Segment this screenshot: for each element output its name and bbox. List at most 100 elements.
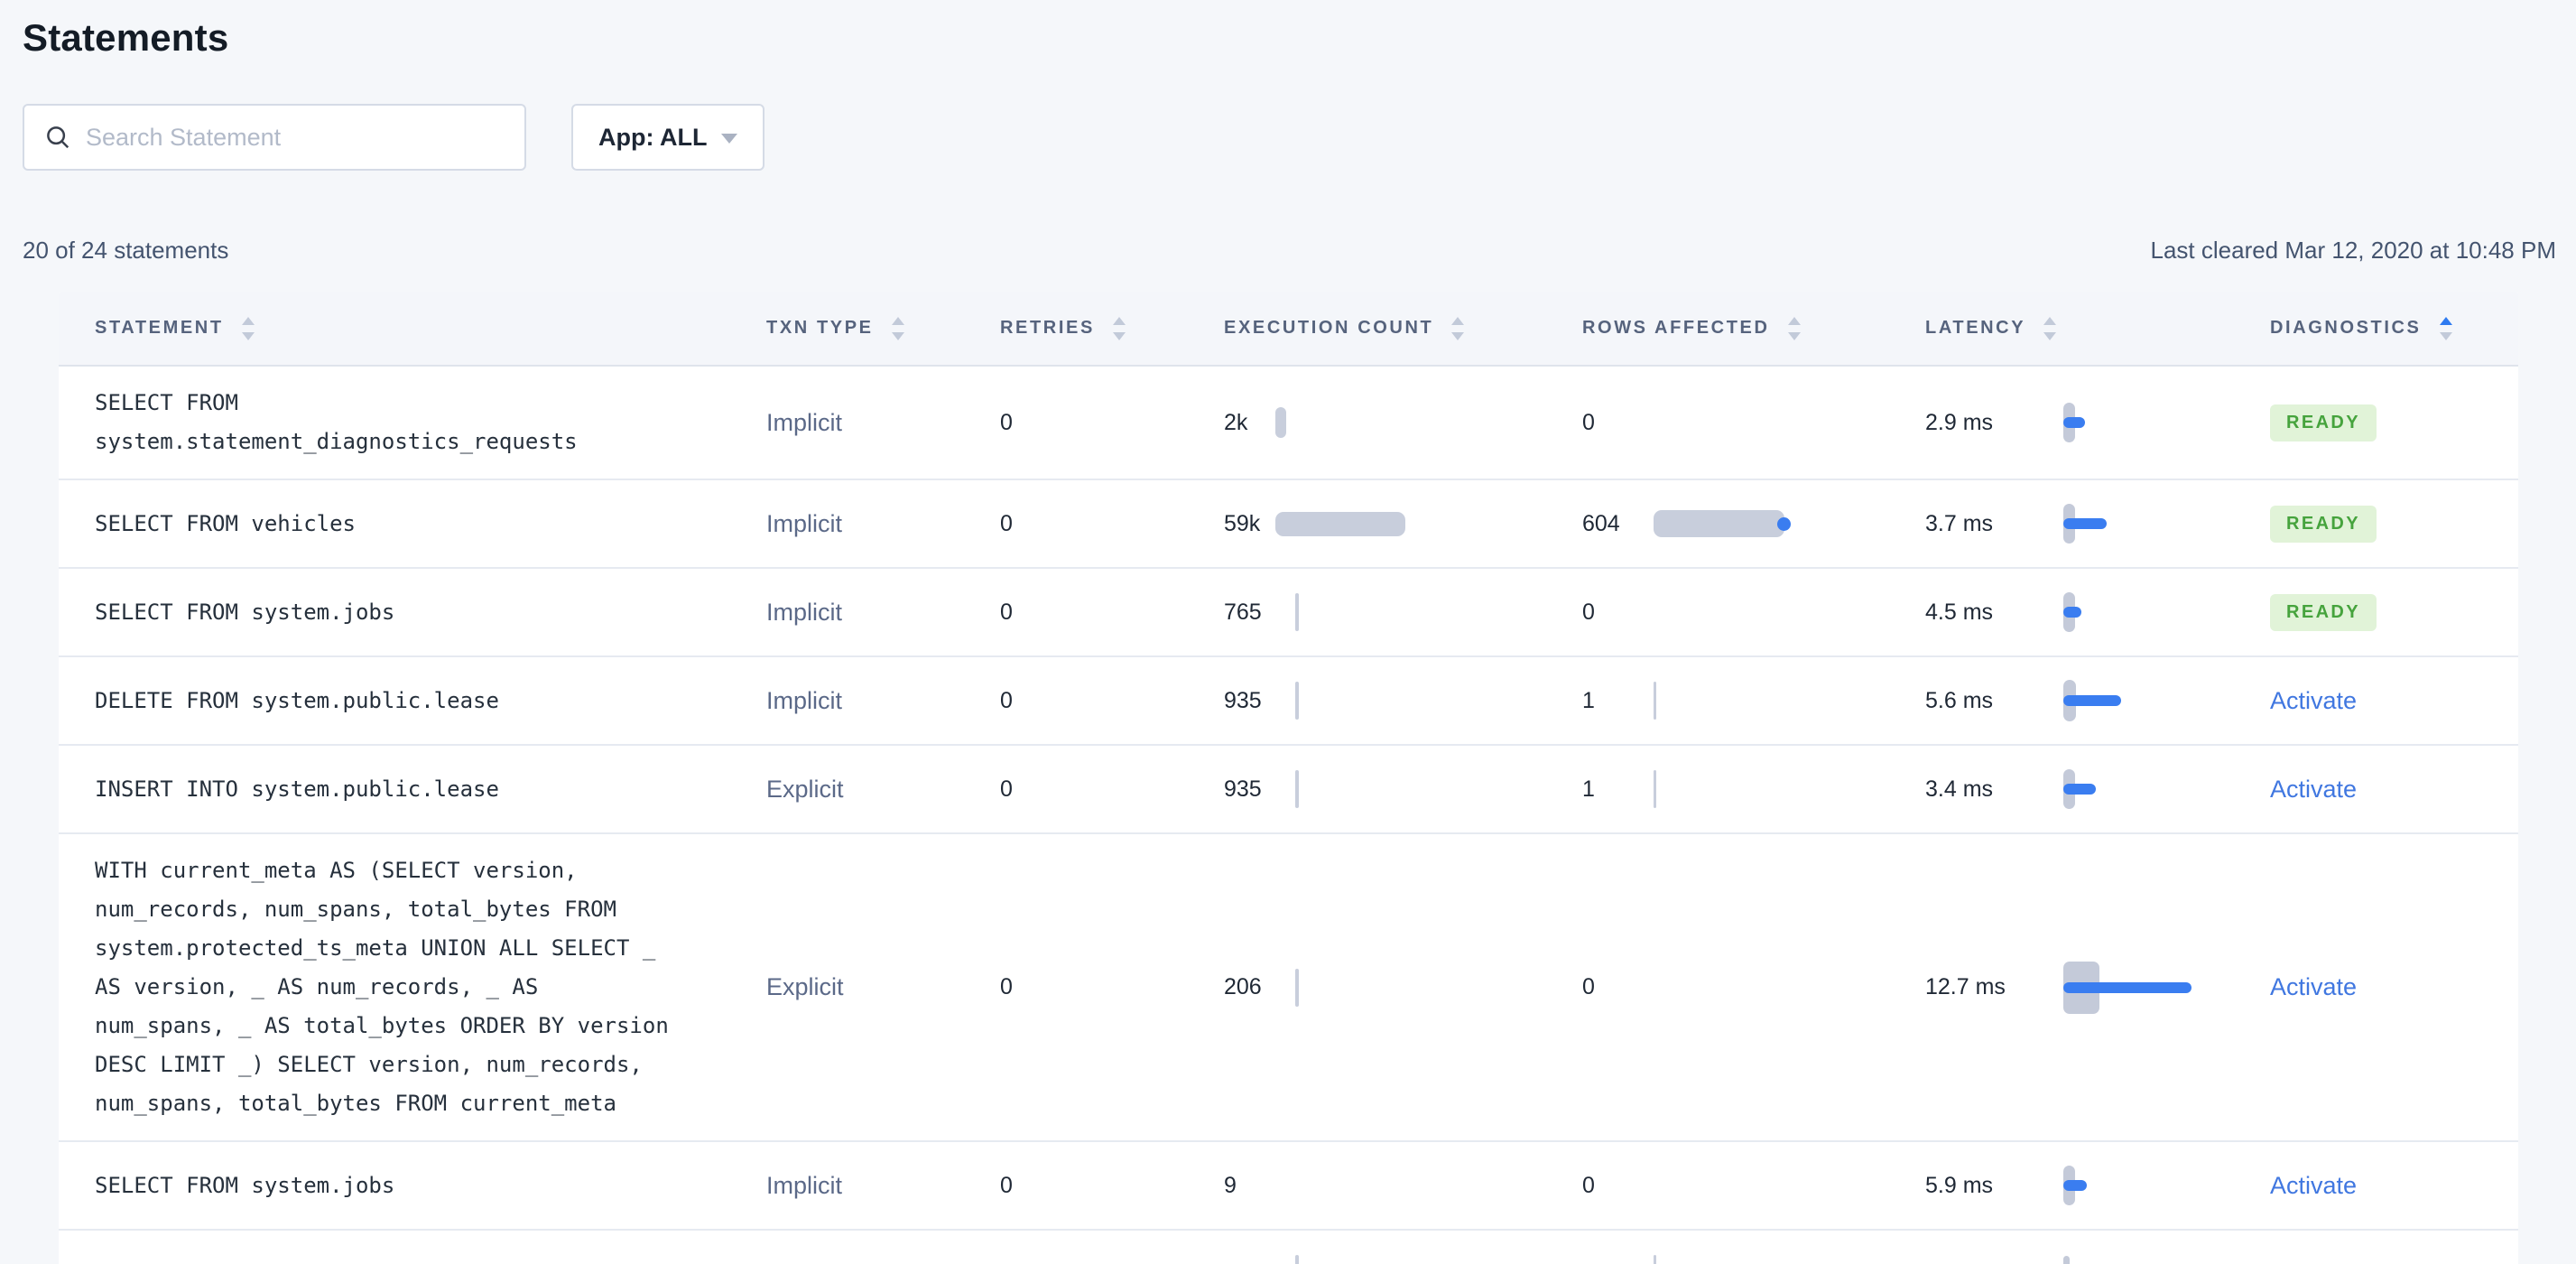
diagnostics-ready-badge: READY [2270,505,2377,543]
diagnostics-activate-link[interactable]: Activate [2270,1172,2357,1200]
latency-value: 4.5 ms [1925,599,1994,625]
txn-type-value: Explicit [766,775,844,803]
table-row: SELECT FROM vehicles Implicit 0 59k 604 … [59,479,2518,567]
execution-count-bar [1295,770,1299,808]
sort-icon[interactable] [2439,316,2452,340]
statements-table: Statement Txn Type Retries Execution Cou… [59,292,2518,1264]
filter-controls: App: ALL [23,104,2556,171]
execution-count-bar [1295,682,1299,720]
chevron-down-icon [721,134,738,144]
latency-mean-bar [2063,1180,2087,1191]
column-header-execution-count[interactable]: Execution Count [1224,316,1582,340]
latency-mean-bar [2063,784,2096,795]
txn-type-value: Explicit [766,973,844,1000]
column-header-diagnostics[interactable]: Diagnostics [2270,316,2518,340]
sort-icon[interactable] [2043,316,2057,340]
column-header-txn-type[interactable]: Txn Type [766,316,1000,340]
table-row: SELECT FROM system.jobs Implicit 0 9 0 5… [59,1140,2518,1229]
table-row: SELECT FROM system.jobs Implicit 0 765 0… [59,567,2518,655]
rows-affected-bar [1654,1255,1656,1264]
statement-text[interactable]: SELECT FROM vehicles [95,505,677,544]
execution-count-value: 935 [1224,687,1262,713]
diagnostics-ready-badge: READY [2270,593,2377,631]
latency-bar-chart [2063,497,2253,550]
diagnostics-ready-badge: READY [2270,404,2377,441]
retries-value: 0 [1000,1261,1013,1264]
sort-icon[interactable] [241,316,255,340]
latency-bar-chart [2063,674,2253,727]
latency-mean-bar [2063,607,2081,618]
statement-text[interactable]: SELECT FROM system.jobs [95,1166,677,1205]
statement-text[interactable]: INSERT INTO user_promo_codes [95,1255,677,1264]
retries-value: 0 [1000,1172,1013,1198]
txn-type-value: Implicit [766,686,843,714]
latency-bar-chart [2063,586,2253,638]
summary-row: 20 of 24 statements Last cleared Mar 12,… [23,237,2556,265]
latency-bar-chart [2063,396,2253,449]
column-header-rows-affected[interactable]: Rows Affected [1582,316,1925,340]
latency-bar-chart [2063,763,2253,815]
sort-icon[interactable] [1112,316,1126,340]
diagnostics-activate-link[interactable]: Activate [2270,776,2357,804]
statement-text[interactable]: SELECT FROM system.jobs [95,593,677,632]
latency-mean-bar [2063,695,2121,706]
statement-text[interactable]: INSERT INTO system.public.lease [95,770,677,809]
execution-count-value: 9 [1224,1172,1237,1198]
diagnostics-activate-link[interactable]: Activate [2270,1260,2357,1264]
rows-affected-value: 604 [1582,510,1620,536]
app-filter-label: App: ALL [598,123,708,151]
sort-icon[interactable] [891,316,904,340]
diagnostics-activate-link[interactable]: Activate [2270,687,2357,715]
latency-value: 5.6 ms [1925,687,1994,713]
rows-affected-value: 0 [1582,599,1595,625]
execution-count-value: 935 [1224,776,1262,802]
page-title: Statements [23,16,229,59]
execution-count-bar [1295,593,1299,631]
rows-affected-bar [1654,682,1656,720]
txn-type-value: Implicit [766,1171,843,1199]
column-header-retries[interactable]: Retries [1000,316,1224,340]
table-row: WITH current_meta AS (SELECT version, nu… [59,832,2518,1140]
rows-affected-value: 1 [1582,687,1595,713]
txn-type-value: Implicit [766,408,843,436]
execution-count-value: 2k [1224,409,1248,435]
statement-text[interactable]: SELECT FROM system.statement_diagnostics… [95,384,677,461]
results-summary: 20 of 24 statements [23,237,229,264]
statement-text[interactable]: WITH current_meta AS (SELECT version, nu… [95,851,677,1123]
app-filter-dropdown[interactable]: App: ALL [571,104,765,171]
retries-value: 0 [1000,409,1013,435]
rows-affected-dot [1777,516,1791,531]
rows-affected-value: 0 [1582,974,1595,999]
latency-stddev-pill [2063,1256,2070,1264]
table-row: SELECT FROM system.statement_diagnostics… [59,367,2518,479]
latency-mean-bar [2063,981,2191,993]
retries-value: 0 [1000,776,1013,802]
latency-bar-chart [2063,961,2253,1014]
execution-count-value: 59k [1224,510,1261,536]
retries-value: 0 [1000,974,1013,999]
column-header-latency[interactable]: Latency [1925,316,2270,340]
latency-mean-bar [2063,417,2085,428]
table-body: SELECT FROM system.statement_diagnostics… [59,367,2518,1264]
column-header-statement[interactable]: Statement [59,316,766,340]
execution-count-bar [1275,407,1286,438]
search-box[interactable] [23,104,526,171]
latency-value: 1.4 ms [1925,1261,2063,1264]
search-icon [47,126,69,149]
table-header-row: Statement Txn Type Retries Execution Cou… [59,292,2518,367]
diagnostics-activate-link[interactable]: Activate [2270,973,2357,1001]
retries-value: 0 [1000,687,1013,713]
txn-type-value: Implicit [766,509,843,537]
latency-bar-chart [2063,1159,2253,1212]
execution-count-value: 206 [1224,974,1262,999]
rows-affected-bar [1654,510,1784,537]
statement-text[interactable]: DELETE FROM system.public.lease [95,682,677,720]
sort-icon[interactable] [1787,316,1801,340]
search-input[interactable] [86,123,506,152]
rows-affected-value: 1 [1582,1261,1654,1264]
rows-affected-value: 1 [1582,776,1595,802]
last-cleared-text: Last cleared Mar 12, 2020 at 10:48 PM [2150,237,2557,264]
retries-value: 0 [1000,510,1013,536]
sort-icon[interactable] [1451,316,1465,340]
table-row: INSERT INTO system.public.lease Explicit… [59,744,2518,832]
